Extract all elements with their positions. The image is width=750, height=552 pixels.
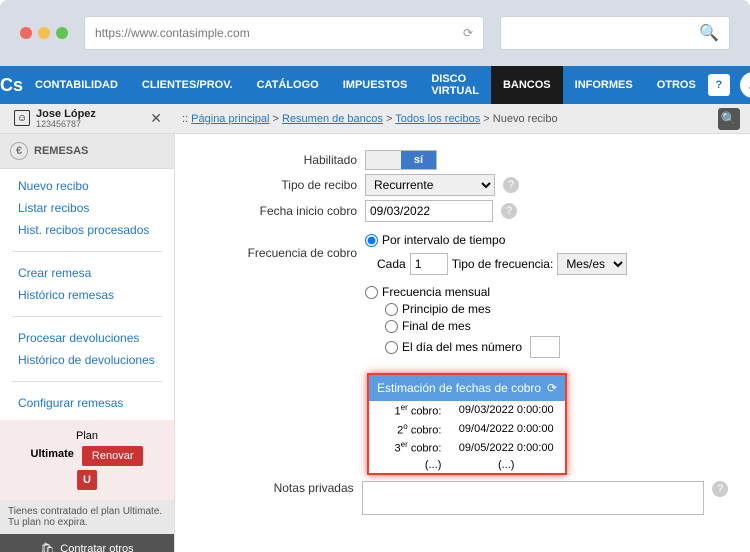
brand-logo[interactable]: Cs xyxy=(0,66,23,104)
nav-clientes[interactable]: CLIENTES/PROV. xyxy=(130,66,245,104)
side-crear-remesa[interactable]: Crear remesa xyxy=(18,262,174,284)
side-procesar-dev[interactable]: Procesar devoluciones xyxy=(18,327,174,349)
address-bar[interactable]: https://www.contasimple.com ⟳ xyxy=(84,16,484,50)
label-freq: Frecuencia de cobro xyxy=(197,230,357,260)
user-id: 123456787 xyxy=(36,120,96,130)
label-habilitado: Habilitado xyxy=(197,153,357,167)
euro-icon: € xyxy=(10,142,28,160)
avatar[interactable]: J xyxy=(740,72,750,98)
table-row: 2o cobro:09/04/2022 0:00:00 xyxy=(369,420,565,439)
crumb-home[interactable]: Página principal xyxy=(191,113,269,125)
toggle-habilitado[interactable]: sí xyxy=(365,150,437,170)
plan-badge: U xyxy=(77,470,97,490)
reload-icon[interactable]: ⟳ xyxy=(547,381,557,395)
estimation-title: Estimación de fechas de cobro xyxy=(377,381,541,395)
maximize-dot[interactable] xyxy=(56,27,68,39)
sub-bar: ☺ Jose López 123456787 ✕ :: Página princ… xyxy=(0,104,750,134)
side-hist-dev[interactable]: Histórico de devoluciones xyxy=(18,349,174,371)
select-tipofreq[interactable]: Mes/es xyxy=(557,253,627,275)
table-row: (...)(...) xyxy=(369,457,565,473)
estimation-panel: Estimación de fechas de cobro ⟳ 1er cobr… xyxy=(367,373,567,475)
bag-icon: 🛍 xyxy=(40,542,54,552)
label-tipo: Tipo de recibo xyxy=(197,178,357,192)
input-fecha[interactable] xyxy=(365,200,493,222)
search-icon: 🔍 xyxy=(699,23,719,43)
textarea-notas[interactable] xyxy=(362,481,705,515)
nav-otros[interactable]: OTROS xyxy=(645,66,708,104)
plan-note: Tienes contratado el plan Ultimate. Tu p… xyxy=(0,500,174,534)
plan-label: Plan xyxy=(10,430,164,442)
crumb-recibos[interactable]: Todos los recibos xyxy=(395,113,480,125)
side-hist-remesas[interactable]: Histórico remesas xyxy=(18,284,174,306)
label-intervalo: Por intervalo de tiempo xyxy=(382,233,505,247)
input-cada[interactable] xyxy=(410,253,448,275)
side-config[interactable]: Configurar remesas xyxy=(18,392,174,414)
nav-impuestos[interactable]: IMPUESTOS xyxy=(331,66,420,104)
renew-button[interactable]: Renovar xyxy=(82,446,144,466)
crumb-bancos[interactable]: Resumen de bancos xyxy=(282,113,383,125)
label-fecha: Fecha inicio cobro xyxy=(197,204,357,218)
user-icon: ☺ xyxy=(14,110,30,126)
main-nav: Cs CONTABILIDAD CLIENTES/PROV. CATÁLOGO … xyxy=(0,66,750,104)
form-content: Habilitado sí Tipo de recibo Recurrente … xyxy=(175,134,750,552)
side-listar-recibos[interactable]: Listar recibos xyxy=(18,197,174,219)
table-row: 3er cobro:09/05/2022 0:00:00 xyxy=(369,438,565,457)
plan-box: Plan Ultimate Renovar U xyxy=(0,420,174,500)
crumb-current: Nuevo recibo xyxy=(493,113,558,125)
refresh-icon[interactable]: ⟳ xyxy=(463,26,473,40)
radio-dia[interactable] xyxy=(385,341,398,354)
nav-catalogo[interactable]: CATÁLOGO xyxy=(245,66,331,104)
hint-icon[interactable]: ? xyxy=(503,177,519,193)
help-icon[interactable]: ? xyxy=(708,74,730,96)
breadcrumb: :: Página principal > Resumen de bancos … xyxy=(170,113,558,125)
user-box[interactable]: ☺ Jose López 123456787 ✕ xyxy=(0,108,170,130)
radio-intervalo[interactable] xyxy=(365,234,378,247)
nav-disco[interactable]: DISCO VIRTUAL xyxy=(419,66,491,104)
radio-mensual[interactable] xyxy=(365,286,378,299)
window-titlebar: https://www.contasimple.com ⟳ 🔍 xyxy=(0,0,750,66)
close-dot[interactable] xyxy=(20,27,32,39)
nav-contabilidad[interactable]: CONTABILIDAD xyxy=(23,66,130,104)
radio-principio[interactable] xyxy=(385,303,398,316)
sidebar: € REMESAS Nuevo recibo Listar recibos Hi… xyxy=(0,134,175,552)
contract-button[interactable]: 🛍 Contratar otros xyxy=(0,534,174,552)
page-search-icon[interactable]: 🔍 xyxy=(718,108,740,130)
nav-informes[interactable]: INFORMES xyxy=(563,66,645,104)
select-tipo[interactable]: Recurrente xyxy=(365,174,495,196)
plan-name: Ultimate xyxy=(31,448,74,460)
side-nuevo-recibo[interactable]: Nuevo recibo xyxy=(18,175,174,197)
sidebar-heading: € REMESAS xyxy=(0,134,174,169)
hint-icon[interactable]: ? xyxy=(712,481,728,497)
url-text: https://www.contasimple.com xyxy=(95,26,250,40)
user-name: Jose López xyxy=(36,108,96,120)
side-hist-procesados[interactable]: Hist. recibos procesados xyxy=(18,219,174,241)
label-notas: Notas privadas xyxy=(197,481,354,495)
radio-final[interactable] xyxy=(385,320,398,333)
input-dia[interactable] xyxy=(530,336,560,358)
nav-bancos[interactable]: BANCOS xyxy=(491,66,563,104)
switch-user-icon[interactable]: ✕ xyxy=(150,110,162,127)
minimize-dot[interactable] xyxy=(38,27,50,39)
browser-search[interactable]: 🔍 xyxy=(500,16,730,50)
window-controls xyxy=(20,27,68,39)
label-mensual: Frecuencia mensual xyxy=(382,285,490,299)
table-row: 1er cobro:09/03/2022 0:00:00 xyxy=(369,401,565,420)
hint-icon[interactable]: ? xyxy=(501,203,517,219)
estimation-table: 1er cobro:09/03/2022 0:00:00 2o cobro:09… xyxy=(369,401,565,473)
